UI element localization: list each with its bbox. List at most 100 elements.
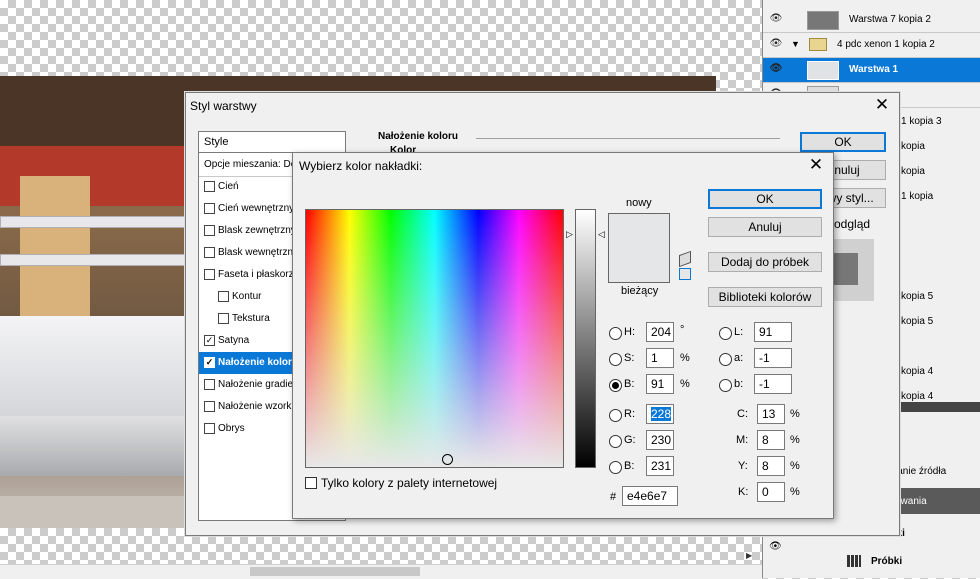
layer-name-partial[interactable]: kopia 4 [901, 366, 933, 377]
h-input[interactable]: 204 [646, 322, 674, 342]
web-color-swatch-icon[interactable] [679, 268, 691, 280]
layer-thumbnail [807, 61, 839, 80]
c-label: C: [737, 408, 748, 420]
blue-label: B: [624, 460, 635, 472]
layer-name: 4 pdc xenon 1 kopia 2 [837, 39, 935, 50]
k-label: K: [738, 486, 749, 498]
hex-input[interactable]: e4e6e7 [622, 486, 678, 506]
out-of-gamut-cube-icon[interactable] [679, 250, 691, 268]
close-icon[interactable]: ✕ [807, 155, 825, 175]
style-item-label: Blask zewnętrzny [218, 225, 296, 236]
lab-b-input[interactable]: -1 [754, 374, 792, 394]
scrollbar-thumb[interactable] [250, 567, 420, 576]
layer-name-partial[interactable]: kopia 4 [901, 391, 933, 402]
ok-button[interactable]: OK [800, 132, 886, 152]
add-to-swatches-button[interactable]: Dodaj do próbek [708, 252, 822, 272]
blue-input[interactable]: 231 [646, 456, 674, 476]
radio-lab-b[interactable] [719, 379, 732, 392]
current-color-label: bieżący [621, 285, 659, 297]
layer-group-row[interactable]: 👁 ▼ 4 pdc xenon 1 kopia 2 [763, 33, 980, 58]
layer-thumbnail [807, 11, 839, 30]
checkbox-icon[interactable] [204, 401, 215, 412]
style-item-label: Obrys [218, 423, 245, 434]
layer-name-partial[interactable]: 1 kopia [901, 191, 933, 202]
a-label: a: [734, 352, 744, 364]
a-input[interactable]: -1 [754, 348, 792, 368]
styles-header[interactable]: Style [199, 132, 343, 153]
checkbox-icon[interactable] [204, 181, 215, 192]
eye-icon[interactable]: 👁 [769, 541, 782, 552]
slider-arrow-right-icon[interactable]: ▷ [566, 230, 573, 239]
color-libraries-button[interactable]: Biblioteki kolorów [708, 287, 822, 307]
checkbox-checked-icon[interactable]: ✓ [204, 357, 215, 368]
radio-r[interactable] [609, 409, 622, 422]
k-input[interactable]: 0 [757, 482, 785, 502]
c-input[interactable]: 13 [757, 404, 785, 424]
ok-button[interactable]: OK [708, 189, 822, 209]
grille-bar [0, 216, 192, 228]
h-unit: ° [680, 324, 685, 336]
radio-h[interactable] [609, 327, 622, 340]
m-unit: % [790, 434, 800, 446]
radio-blue[interactable] [609, 461, 622, 474]
radio-l[interactable] [719, 327, 732, 340]
r-input[interactable]: 228 [646, 404, 674, 424]
new-color-swatch [609, 214, 669, 248]
g-input[interactable]: 230 [646, 430, 674, 450]
color-field[interactable] [305, 209, 564, 468]
y-input[interactable]: 8 [757, 456, 785, 476]
dialog-title: Styl warstwy [190, 99, 257, 113]
style-item-label: Tekstura [232, 313, 270, 324]
s-label: S: [624, 352, 635, 364]
layer-name-partial[interactable]: kopia [901, 141, 925, 152]
cancel-button[interactable]: Anuluj [708, 217, 822, 237]
checkbox-icon[interactable] [204, 247, 215, 258]
radio-g[interactable] [609, 435, 622, 448]
chevron-down-icon[interactable]: ▼ [791, 39, 800, 49]
swatches-panel-label[interactable]: Próbki [871, 556, 902, 567]
layer-name-partial[interactable]: kopia 5 [901, 291, 933, 302]
web-only-checkbox[interactable] [305, 477, 317, 489]
lab-b-label: b: [734, 378, 744, 390]
current-color-swatch[interactable] [609, 248, 669, 282]
k-unit: % [790, 486, 800, 498]
folder-icon [809, 38, 827, 51]
s-unit: % [680, 352, 690, 364]
section-divider [476, 138, 780, 139]
checkbox-icon[interactable] [204, 269, 215, 280]
slider-arrow-left-icon[interactable]: ◁ [598, 230, 605, 239]
b-input[interactable]: 91 [646, 374, 674, 394]
l-input[interactable]: 91 [754, 322, 792, 342]
y-unit: % [790, 460, 800, 472]
eye-icon[interactable]: 👁 [769, 39, 783, 49]
swatches-icon[interactable] [847, 555, 861, 567]
checkbox-icon[interactable] [204, 423, 215, 434]
checkbox-icon[interactable] [204, 225, 215, 236]
eye-icon[interactable]: 👁 [769, 14, 783, 24]
m-input[interactable]: 8 [757, 430, 785, 450]
style-item-label: Nałożenie koloru [218, 357, 299, 368]
checkbox-icon[interactable] [204, 203, 215, 214]
c-unit: % [790, 408, 800, 420]
r-label: R: [624, 408, 635, 420]
radio-b[interactable] [609, 379, 622, 392]
checkbox-icon[interactable] [218, 291, 229, 302]
checkbox-icon[interactable] [218, 313, 229, 324]
layer-row[interactable]: 👁 Warstwa 7 kopia 2 [763, 8, 980, 33]
layer-name-partial[interactable]: kopia 5 [901, 316, 933, 327]
checkbox-icon[interactable] [204, 379, 215, 390]
eye-icon[interactable]: 👁 [769, 64, 783, 74]
radio-a[interactable] [719, 353, 732, 366]
color-field-marker[interactable] [442, 454, 453, 465]
brightness-slider[interactable] [575, 209, 596, 468]
close-icon[interactable]: ✕ [873, 95, 891, 115]
layer-row-selected[interactable]: 👁 Warstwa 1 [763, 58, 980, 83]
checkbox-checked-icon[interactable]: ✓ [204, 335, 215, 346]
style-item-label: Cień wewnętrzny [218, 203, 295, 214]
scroll-arrow-icon[interactable]: ▶ [746, 551, 760, 561]
layer-name-partial[interactable]: kopia [901, 166, 925, 177]
panel-item[interactable]: lanie źródła [895, 466, 946, 477]
layer-name-partial[interactable]: 1 kopia 3 [901, 116, 942, 127]
radio-s[interactable] [609, 353, 622, 366]
s-input[interactable]: 1 [646, 348, 674, 368]
